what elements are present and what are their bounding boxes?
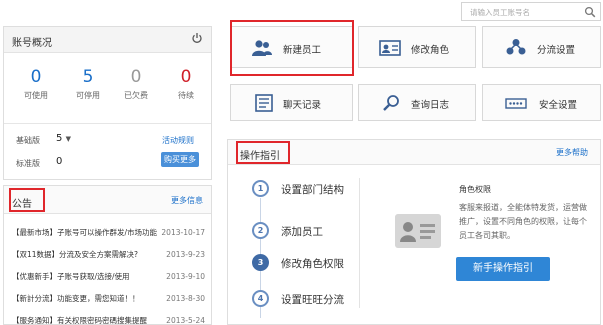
notice-item[interactable]: 【服务通知】有关权限密码密碼搜集提醒 2013-5-24 xyxy=(12,310,205,325)
operation-guide-panel: 操作指引 更多帮助 1 设置部门结构 2 添加员工 3 修改角色权限 4 设置旺… xyxy=(227,139,601,325)
buy-more-button[interactable]: 购买更多 xyxy=(161,152,199,167)
divider xyxy=(359,178,360,308)
step-number: 1 xyxy=(252,180,269,197)
search-icon[interactable] xyxy=(584,6,596,18)
stat-available[interactable]: 0 可使用 xyxy=(16,67,56,101)
notice-item[interactable]: 【优惠新手】子账号获取/选接/使用 2013-9-10 xyxy=(12,266,205,288)
notice-date: 2013-5-24 xyxy=(166,316,205,325)
stat-available-label: 可使用 xyxy=(24,91,48,100)
diversion-settings-label: 分流设置 xyxy=(537,45,576,56)
notice-date: 2013-10-17 xyxy=(161,228,205,237)
edit-role-label: 修改角色 xyxy=(411,45,450,56)
chat-log-icon xyxy=(255,94,273,112)
notice-text: 【最新市场】子账号可以操作群发/市场功能 xyxy=(12,228,158,237)
step-2[interactable]: 2 添加员工 xyxy=(252,222,372,242)
power-icon[interactable] xyxy=(191,32,203,44)
account-overview-header: 账号概况 xyxy=(4,27,211,53)
version-label: 基础版 xyxy=(16,136,40,145)
edit-role-button[interactable]: 修改角色 xyxy=(358,26,476,68)
query-log-button[interactable]: 查询日志 xyxy=(358,84,476,121)
step-label: 添加员工 xyxy=(281,226,323,238)
search-placeholder: 请输入员工账号名 xyxy=(470,8,530,17)
highlight-box xyxy=(230,20,354,76)
step-label: 设置部门结构 xyxy=(281,184,344,196)
stat-pending-label: 待续 xyxy=(178,91,194,100)
step-number: 2 xyxy=(252,222,269,239)
role-permission-title: 角色权限 xyxy=(459,185,491,194)
stat-overdue-value: 0 xyxy=(130,67,142,87)
step-label: 修改角色权限 xyxy=(281,258,344,270)
stat-disable-value: 5 xyxy=(82,67,94,87)
version-select[interactable]: 5 ▼ xyxy=(56,133,71,144)
query-log-label: 查询日志 xyxy=(411,100,450,111)
standard-value: 0 xyxy=(56,156,63,167)
account-overview-title: 账号概况 xyxy=(12,38,52,49)
diversion-settings-button[interactable]: 分流设置 xyxy=(482,26,601,68)
notice-item[interactable]: 【双11数据】分流及安全方案需解决? 2013-9-23 xyxy=(12,244,205,266)
notice-date: 2013-9-23 xyxy=(166,250,205,259)
highlight-box xyxy=(9,188,45,212)
highlight-box xyxy=(236,141,290,164)
search-input[interactable]: 请输入员工账号名 xyxy=(461,2,601,21)
id-card-icon xyxy=(379,40,401,56)
stat-disable[interactable]: 5 可停用 xyxy=(68,67,108,101)
diversion-icon xyxy=(506,39,526,55)
stat-pending[interactable]: 0 待续 xyxy=(166,67,206,101)
notice-date: 2013-8-30 xyxy=(166,294,205,303)
version-value: 5 xyxy=(56,133,63,144)
stat-overdue-label: 已欠费 xyxy=(124,91,148,100)
stat-available-value: 0 xyxy=(30,67,42,87)
step-label: 设置旺旺分流 xyxy=(281,294,344,306)
notice-date: 2013-9-10 xyxy=(166,272,205,281)
activity-rules-link[interactable]: 活动规则 xyxy=(162,135,194,146)
notice-item[interactable]: 【新計分流】功能变更，需您知道！！ 2013-8-30 xyxy=(12,288,205,310)
magnifier-icon xyxy=(383,95,399,111)
notice-item[interactable]: 【最新市场】子账号可以操作群发/市场功能 2013-10-17 xyxy=(12,222,205,244)
stat-overdue[interactable]: 0 已欠费 xyxy=(116,67,156,101)
notice-list: 【最新市场】子账号可以操作群发/市场功能 2013-10-17 【双11数据】分… xyxy=(12,222,205,325)
notice-more-link[interactable]: 更多信息 xyxy=(171,195,203,206)
step-number: 4 xyxy=(252,290,269,307)
stat-disable-label: 可停用 xyxy=(76,91,100,100)
step-3[interactable]: 3 修改角色权限 xyxy=(252,254,372,274)
chat-log-button[interactable]: 聊天记录 xyxy=(230,84,353,121)
security-icon xyxy=(505,98,527,109)
notice-text: 【双11数据】分流及安全方案需解决? xyxy=(12,250,139,259)
beginner-guide-button[interactable]: 新手操作指引 xyxy=(456,257,550,281)
security-settings-label: 安全设置 xyxy=(539,100,578,111)
notice-text: 【优惠新手】子账号获取/选接/使用 xyxy=(12,272,130,281)
security-settings-button[interactable]: 安全设置 xyxy=(482,84,601,121)
notice-text: 【新計分流】功能变更，需您知道！！ xyxy=(12,294,140,303)
step-1[interactable]: 1 设置部门结构 xyxy=(252,180,372,200)
id-card-icon xyxy=(395,214,441,248)
more-help-link[interactable]: 更多帮助 xyxy=(556,147,588,158)
standard-label: 标准版 xyxy=(16,159,40,168)
caret-down-icon: ▼ xyxy=(65,135,71,143)
role-permission-description: 客服来报道，全能体特发货，运营做推广，设置不同角色的权限，让每个员工各司其职。 xyxy=(459,203,587,240)
divider xyxy=(4,123,211,124)
notice-text: 【服务通知】有关权限密码密碼搜集提醒 xyxy=(12,316,147,325)
stat-pending-value: 0 xyxy=(180,67,192,87)
step-4[interactable]: 4 设置旺旺分流 xyxy=(252,290,372,310)
chat-log-label: 聊天记录 xyxy=(283,100,322,111)
step-number: 3 xyxy=(252,254,269,271)
